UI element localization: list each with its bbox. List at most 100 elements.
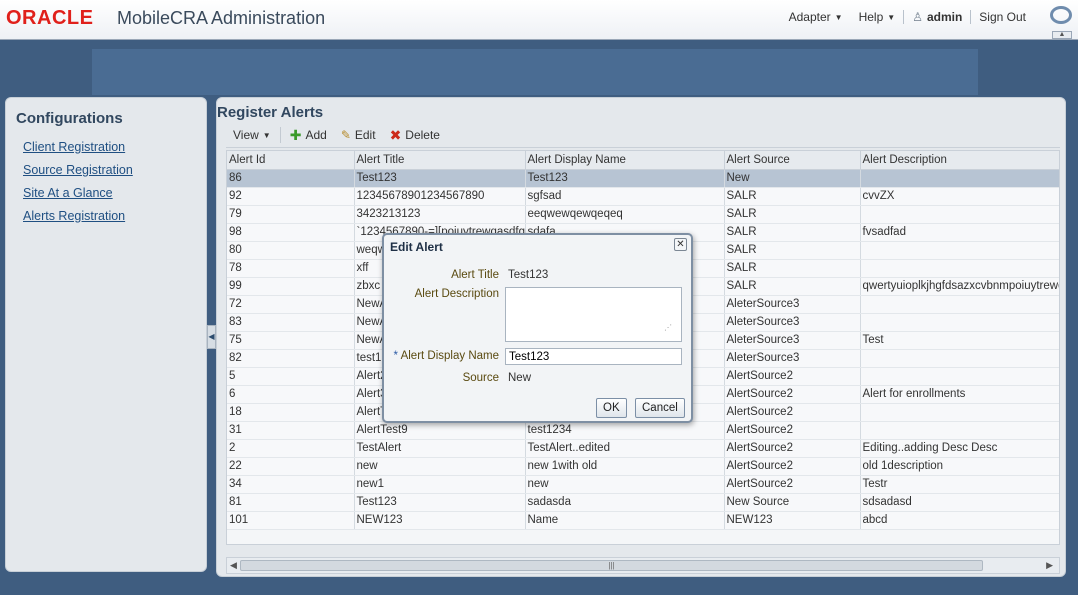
divider xyxy=(279,127,281,143)
add-button[interactable]: ✚ Add xyxy=(283,127,334,144)
view-menu[interactable]: View ▼ xyxy=(226,128,278,142)
user-menu[interactable]: ♙ admin xyxy=(904,10,970,24)
table-cell xyxy=(860,403,1059,422)
table-cell xyxy=(860,259,1059,278)
table-cell: SALR xyxy=(724,259,861,278)
table-cell: 81 xyxy=(227,493,355,512)
table-cell: AleterSource3 xyxy=(724,349,861,368)
table-cell: 83 xyxy=(227,313,355,332)
table-cell: SALR xyxy=(724,223,861,242)
user-name: admin xyxy=(926,10,963,24)
alert-description-field[interactable] xyxy=(505,287,682,342)
alert-display-name-label: * Alert Display Name xyxy=(394,350,499,362)
oracle-o-icon xyxy=(1050,6,1072,24)
adapter-menu[interactable]: Adapter ▼ xyxy=(781,10,851,24)
alert-description-label: Alert Description xyxy=(414,288,499,300)
table-cell: AlertSource2 xyxy=(724,385,861,404)
configurations-panel: Configurations Client Registration Sourc… xyxy=(5,97,207,572)
cancel-button[interactable]: Cancel xyxy=(635,398,685,418)
alert-title-value: Test123 xyxy=(508,269,549,281)
table-cell: sdsadasd xyxy=(860,493,1059,512)
source-value: New xyxy=(508,372,532,384)
table-cell: SALR xyxy=(724,205,861,224)
table-cell: 79 xyxy=(227,205,355,224)
sign-out-link[interactable]: Sign Out xyxy=(971,10,1034,24)
table-cell: sgfsad xyxy=(525,187,725,206)
table-cell: AlertSource2 xyxy=(724,367,861,386)
table-row[interactable]: 34 new1 new AlertSource2 Testr xyxy=(227,475,1059,494)
column-header-alert-description[interactable]: Alert Description xyxy=(860,151,1059,170)
table-row[interactable]: 81 Test123 sadasda New Source sdsadasd xyxy=(227,493,1059,512)
table-row[interactable]: 2 TestAlert TestAlert..edited AlertSource2 E… xyxy=(227,439,1059,458)
app-header: ORACLE MobileCRA Administration Adapter … xyxy=(0,0,1078,40)
required-icon: * xyxy=(393,350,401,362)
column-header-alert-display-name[interactable]: Alert Display Name xyxy=(525,151,725,170)
table-cell: qwertyuioplkjhgfdsazxcvbnmpoiuytrewqa xyxy=(860,277,1059,296)
table-header-row: Alert Id Alert Title Alert Display Name … xyxy=(227,151,1059,170)
nav-list: Client Registration Source Registration … xyxy=(23,140,133,232)
table-cell: 31 xyxy=(227,421,355,440)
column-header-alert-source[interactable]: Alert Source xyxy=(724,151,861,170)
column-header-alert-title[interactable]: Alert Title xyxy=(354,151,526,170)
collapse-header-button[interactable]: ▲ xyxy=(1052,31,1072,39)
table-cell: SALR xyxy=(724,277,861,296)
table-cell: AlertSource2 xyxy=(724,457,861,476)
delete-button-label: Delete xyxy=(405,128,440,142)
table-row[interactable]: 79 3423213123 eeqwewqewqeqeq SALR xyxy=(227,205,1059,224)
table-cell: SALR xyxy=(724,187,861,206)
scroll-left-icon[interactable]: ◀ xyxy=(230,560,237,571)
table-cell: 72 xyxy=(227,295,355,314)
user-icon: ♙ xyxy=(912,10,923,24)
edit-button-label: Edit xyxy=(354,128,376,142)
table-cell xyxy=(860,169,1059,188)
panel-title: Configurations xyxy=(16,110,123,127)
table-cell: sadasda xyxy=(525,493,725,512)
table-row[interactable]: 22 new new 1with old AlertSource2 old 1descr… xyxy=(227,457,1059,476)
source-label: Source xyxy=(462,372,499,384)
edit-alert-dialog: Edit Alert ✕ Alert Title Test123 Alert D… xyxy=(382,233,693,423)
table-cell: Test xyxy=(860,331,1059,350)
alert-title-label: Alert Title xyxy=(451,269,499,281)
close-icon[interactable]: ✕ xyxy=(674,238,687,251)
table-cell: test1234 xyxy=(525,421,725,440)
scroll-right-icon[interactable]: ▶ xyxy=(1046,560,1053,571)
resize-grip-icon[interactable]: ⋰ xyxy=(664,323,672,332)
alert-display-name-field[interactable] xyxy=(505,348,682,365)
add-icon: ✚ xyxy=(289,126,302,143)
scrollbar-thumb[interactable]: ||| xyxy=(240,560,983,571)
table-cell: AlertSource2 xyxy=(724,475,861,494)
table-cell: new xyxy=(525,475,725,494)
table-cell: 3423213123 xyxy=(354,205,526,224)
nav-client-registration[interactable]: Client Registration xyxy=(23,140,133,163)
table-cell: old 1description xyxy=(860,457,1059,476)
table-row[interactable]: 101 NEW123 Name NEW123 abcd xyxy=(227,511,1059,530)
table-row[interactable]: 31 AlertTest9 test1234 AlertSource2 xyxy=(227,421,1059,440)
table-cell: 99 xyxy=(227,277,355,296)
page-title: Register Alerts xyxy=(217,104,324,121)
caret-down-icon: ▼ xyxy=(262,130,271,140)
panel-splitter-collapse-icon[interactable]: ◀ xyxy=(207,325,216,349)
column-header-alert-id[interactable]: Alert Id xyxy=(227,151,355,170)
edit-button[interactable]: ✎ Edit xyxy=(334,128,383,142)
nav-alerts-registration[interactable]: Alerts Registration xyxy=(23,209,133,232)
oracle-logo: ORACLE xyxy=(6,7,94,29)
table-row[interactable]: 86 Test123 Test123 New xyxy=(227,169,1059,188)
view-menu-label: View xyxy=(233,128,259,142)
table-row[interactable]: 92 12345678901234567890 sgfsad SALR cvvZX xyxy=(227,187,1059,206)
table-cell: abcd xyxy=(860,511,1059,530)
help-menu[interactable]: Help ▼ xyxy=(851,10,904,24)
table-cell xyxy=(860,421,1059,440)
table-cell: New Source xyxy=(724,493,861,512)
table-cell: AleterSource3 xyxy=(724,331,861,350)
nav-site-at-a-glance[interactable]: Site At a Glance xyxy=(23,186,133,209)
ok-button[interactable]: OK xyxy=(596,398,627,418)
alert-display-name-label-text: Alert Display Name xyxy=(400,350,499,362)
table-cell: 5 xyxy=(227,367,355,386)
table-cell: NEW123 xyxy=(354,511,526,530)
table-cell: 80 xyxy=(227,241,355,260)
table-cell xyxy=(860,205,1059,224)
table-cell: 2 xyxy=(227,439,355,458)
nav-source-registration[interactable]: Source Registration xyxy=(23,163,133,186)
horizontal-scrollbar[interactable]: ◀ ||| ▶ xyxy=(226,557,1060,574)
delete-button[interactable]: ✖ Delete xyxy=(383,127,447,144)
